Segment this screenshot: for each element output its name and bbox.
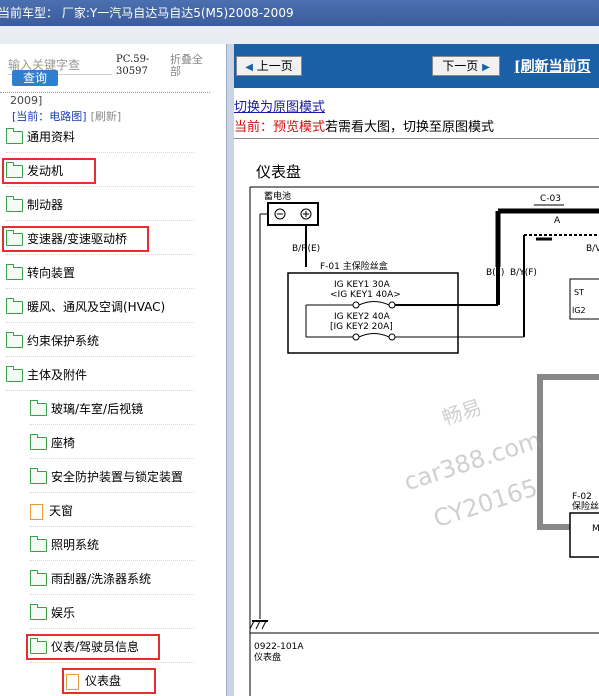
folder-icon xyxy=(6,298,23,314)
switch-original-link[interactable]: 切换为原图模式 xyxy=(234,96,325,115)
tree-item[interactable]: 安全防护装置与锁定装置 xyxy=(30,462,194,493)
folder-icon xyxy=(30,400,47,416)
fuse1-alt-rating: <IG KEY1 40A> xyxy=(330,290,401,300)
document-icon xyxy=(30,503,43,520)
left-panel: 输入关键字查 查询 PC.59-30597 折叠全部 2009] [当前：电路图… xyxy=(0,44,226,696)
ig2-label: IG2 xyxy=(572,306,586,315)
content-panel: ◀ 上一页 下一页 ▶ [刷新当前页 切换为原图模式 当前：预览模式若需看大图，… xyxy=(234,44,599,696)
current-hint: 若需看大图，切换至原图模式 xyxy=(325,120,495,135)
tree-item-label: 制动器 xyxy=(27,198,64,212)
tree-item[interactable]: 照明系统 xyxy=(30,530,194,561)
tree-item-label: 约束保护系统 xyxy=(27,334,100,348)
toolbar-strip xyxy=(0,26,599,44)
highlight-box xyxy=(2,158,96,184)
tree-item[interactable]: 雨刮器/洗涤器系统 xyxy=(30,564,194,595)
prev-page-button[interactable]: ◀ 上一页 xyxy=(236,56,302,76)
diagram-code: 0922-101A xyxy=(254,642,304,652)
current-prefix: 当前： xyxy=(234,120,274,135)
tree-item-label: 安全防护装置与锁定装置 xyxy=(51,470,184,484)
right-arrow-icon: ▶ xyxy=(482,62,490,73)
page-nav-bar: ◀ 上一页 下一页 ▶ [刷新当前页 xyxy=(234,44,599,88)
f02-sub-label: 保险丝 xyxy=(572,500,599,512)
window-title: 当前车型： 厂家:Y一汽马自达马自达5(M5)2008-2009 xyxy=(0,6,294,20)
wire-b-f: B(F) xyxy=(486,268,504,278)
tree-item[interactable]: 玻璃/车室/后视镜 xyxy=(30,394,194,425)
refresh-page-link[interactable]: [刷新当前页 xyxy=(514,56,591,76)
wiring-diagram: 仪表盘 蓄电池 B/R(E) F-01 主保险丝盒 IG KEY1 30A <I… xyxy=(234,138,599,696)
f02-label: F-02 xyxy=(572,492,592,502)
panel-splitter[interactable] xyxy=(226,44,234,696)
folder-icon xyxy=(6,332,23,348)
vehicle-code: PC.59-30597 xyxy=(116,54,150,77)
highlight-box xyxy=(26,634,160,660)
wire-br-e: B/R(E) xyxy=(292,244,320,254)
wiring-diagram-svg: 仪表盘 蓄电池 B/R(E) F-01 主保险丝盒 IG KEY1 30A <I… xyxy=(249,163,599,696)
folder-icon xyxy=(6,264,23,280)
tree-item[interactable]: 座椅 xyxy=(30,428,194,459)
fuse1-rating: IG KEY1 30A xyxy=(334,280,391,290)
prev-page-label: 上一页 xyxy=(256,59,293,73)
connector-a: A xyxy=(554,216,561,226)
tree-item-label: 转向装置 xyxy=(27,266,76,280)
m-label: M xyxy=(592,524,599,534)
tree-item-label: 暖风、通风及空调(HVAC) xyxy=(27,300,166,314)
tree-item-label: 照明系统 xyxy=(51,538,100,552)
fuse2-rating: IG KEY2 40A xyxy=(334,312,391,322)
connector-c03: C-03 xyxy=(540,194,561,204)
next-page-label: 下一页 xyxy=(442,59,479,73)
tree-item[interactable]: 转向装置 xyxy=(6,258,194,289)
folder-icon xyxy=(30,434,47,450)
current-mode-text: 当前：预览模式若需看大图，切换至原图模式 xyxy=(234,116,494,135)
tree-item-label: 座椅 xyxy=(51,436,76,450)
tree-item-label: 主体及附件 xyxy=(27,368,88,382)
folder-icon xyxy=(30,536,47,552)
search-button[interactable]: 查询 xyxy=(12,70,58,86)
year-text: 2009] xyxy=(10,94,43,107)
wire-bv: B/V xyxy=(586,244,599,254)
wire-by-f: B/Y(F) xyxy=(510,268,537,278)
tree-item[interactable]: 主体及附件 xyxy=(6,360,194,391)
highlight-box xyxy=(2,226,149,252)
collapse-all-link[interactable]: 折叠全部 xyxy=(170,54,212,84)
folder-icon xyxy=(30,570,47,586)
left-arrow-icon: ◀ xyxy=(245,62,253,73)
diagram-title: 仪表盘 xyxy=(256,163,301,181)
tree-item-label: 雨刮器/洗涤器系统 xyxy=(51,572,152,586)
tree-item-label: 天窗 xyxy=(49,504,74,518)
window-title-bar: 当前车型： 厂家:Y一汽马自达马自达5(M5)2008-2009 xyxy=(0,0,599,26)
folder-open-icon xyxy=(6,366,23,382)
fuse-block-m xyxy=(569,512,599,558)
fuse2-alt-rating: [IG KEY2 20A] xyxy=(330,322,393,332)
watermark-1: 畅易 xyxy=(439,395,484,430)
tree-item[interactable]: 通用资料 xyxy=(6,122,194,153)
tree-item[interactable]: 制动器 xyxy=(6,190,194,221)
st-label: ST xyxy=(574,288,584,297)
current-mode: 预览模式 xyxy=(273,120,326,135)
fuse-box-label: F-01 主保险丝盒 xyxy=(320,260,388,272)
tree-item-label: 通用资料 xyxy=(27,130,76,144)
fuse1-icon xyxy=(352,301,360,309)
fuse2-icon xyxy=(352,333,360,341)
folder-icon xyxy=(6,128,23,144)
tree-item[interactable]: 天窗 xyxy=(30,496,194,527)
tree-item[interactable]: 娱乐 xyxy=(30,598,194,629)
tree-item[interactable]: 暖风、通风及空调(HVAC) xyxy=(6,292,194,323)
tree-item-label: 娱乐 xyxy=(51,606,76,620)
divider xyxy=(0,92,210,93)
tree-item[interactable]: 约束保护系统 xyxy=(6,326,194,357)
folder-icon xyxy=(30,468,47,484)
highlight-box xyxy=(62,668,156,694)
folder-icon xyxy=(6,196,23,212)
tree-item-label: 玻璃/车室/后视镜 xyxy=(51,402,144,416)
folder-icon xyxy=(30,604,47,620)
battery-label: 蓄电池 xyxy=(264,190,291,202)
diagram-footer: 仪表盘 xyxy=(254,651,281,663)
next-page-button[interactable]: 下一页 ▶ xyxy=(432,56,500,76)
